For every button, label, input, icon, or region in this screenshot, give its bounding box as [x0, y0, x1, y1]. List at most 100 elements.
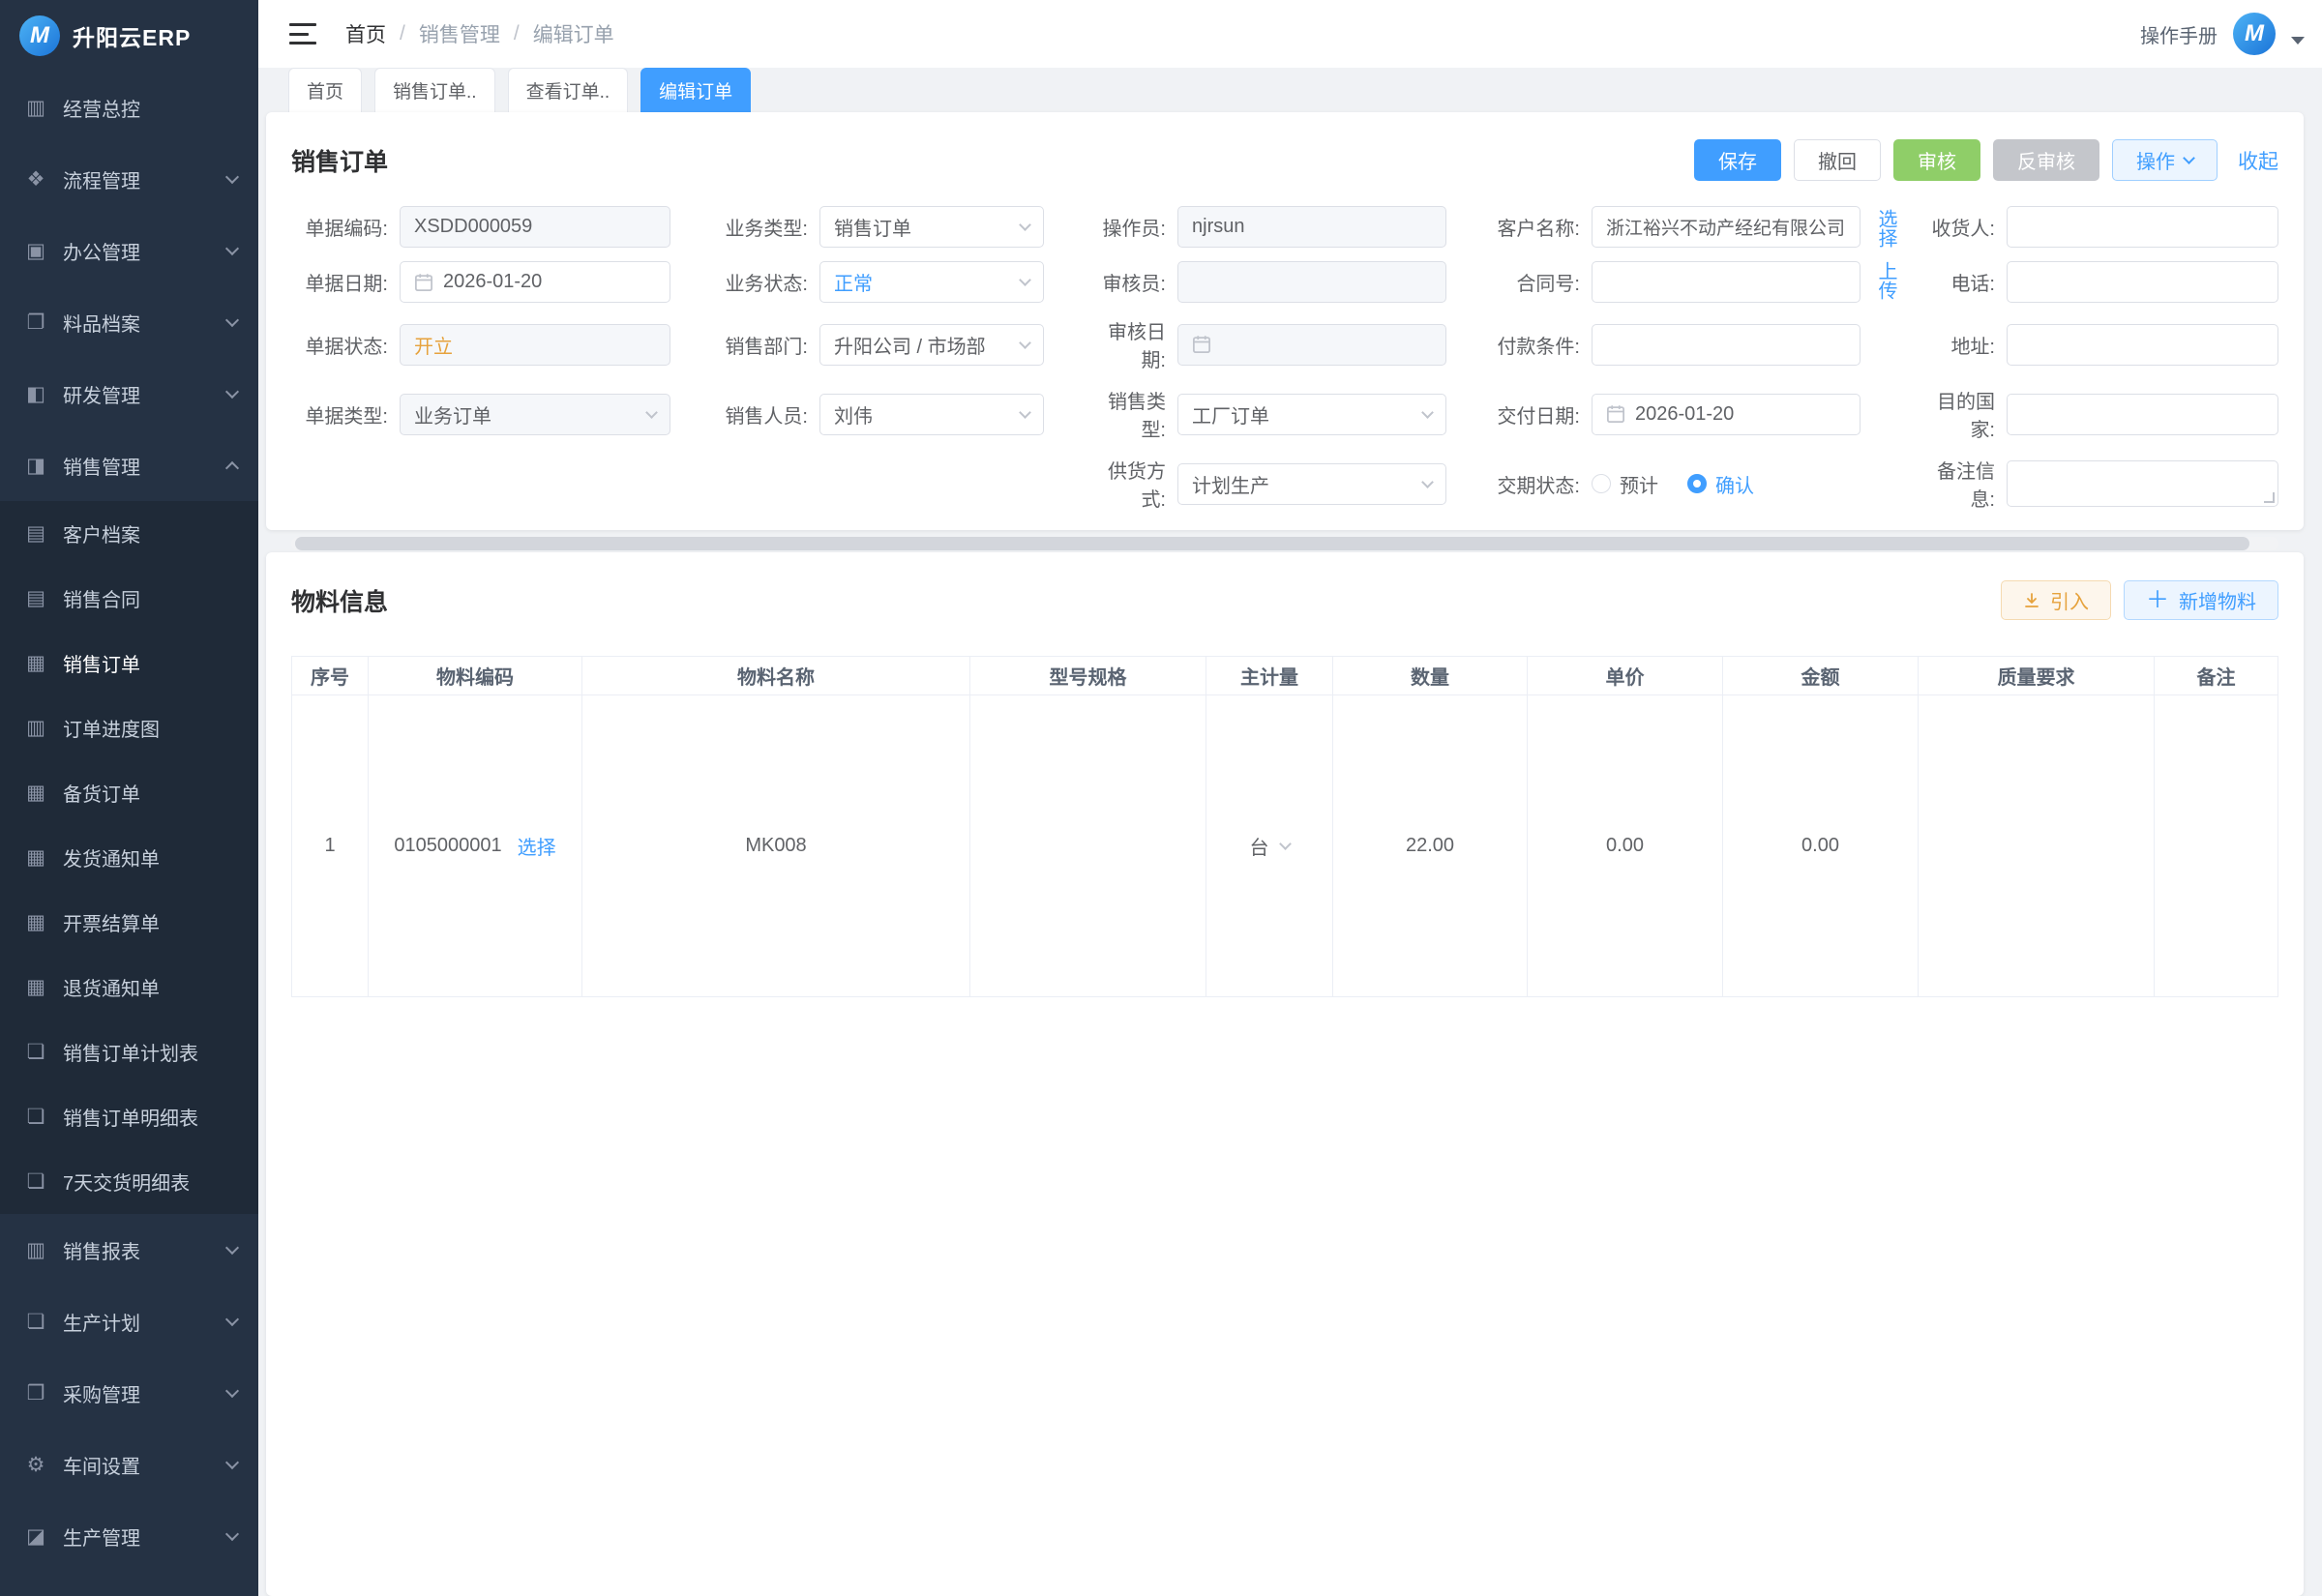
- address-input[interactable]: [2007, 324, 2278, 366]
- actions-dropdown-button[interactable]: 操作: [2112, 139, 2218, 181]
- consignee-input[interactable]: [2007, 206, 2278, 248]
- cell-quality[interactable]: [1919, 695, 2155, 997]
- sidebar-item-sales-report[interactable]: ▥ 销售报表: [0, 1214, 258, 1286]
- collapse-menu-icon[interactable]: [289, 23, 316, 44]
- chevron-down-icon: [225, 384, 239, 398]
- sidebar-item-office-mgmt[interactable]: ▣ 办公管理: [0, 215, 258, 286]
- sidebar-item-label: 销售管理: [63, 452, 227, 480]
- table-icon: ▦: [21, 845, 50, 870]
- customer-select-link[interactable]: 选择: [1875, 209, 1895, 248]
- customer-name-input[interactable]: 浙江裕兴不动产经纪有限公司: [1592, 206, 1861, 248]
- biz-status-select[interactable]: 正常: [819, 261, 1044, 303]
- doc-status-input: 开立: [400, 324, 670, 366]
- sidebar-item-order-progress[interactable]: ▥ 订单进度图: [0, 695, 258, 760]
- tab-home[interactable]: 首页: [288, 68, 362, 112]
- doc-type-select[interactable]: 业务订单: [400, 394, 670, 435]
- cell-remark[interactable]: [2155, 695, 2278, 997]
- sidebar-item-delivery-notice[interactable]: ▦ 发货通知单: [0, 825, 258, 890]
- dest-country-input[interactable]: [2007, 394, 2278, 435]
- document-icon: ▤: [21, 586, 50, 610]
- sidebar-item-production-plan[interactable]: ❏ 生产计划: [0, 1286, 258, 1357]
- tab-edit-order[interactable]: 编辑订单: [640, 68, 751, 112]
- withdraw-button[interactable]: 撤回: [1794, 139, 1881, 181]
- biz-status-value: 正常: [834, 268, 873, 296]
- upload-link[interactable]: 上传: [1875, 261, 1895, 300]
- sales-type-select[interactable]: 工厂订单: [1177, 394, 1446, 435]
- sidebar-item-outsourcing-mgmt[interactable]: ◫ 委外管理: [0, 1572, 258, 1596]
- sidebar-item-stock-order[interactable]: ▦ 备货订单: [0, 760, 258, 825]
- sidebar-item-order-plan-sheet[interactable]: ❏ 销售订单计划表: [0, 1020, 258, 1084]
- app-logo-icon: M: [19, 15, 60, 56]
- cell-code: 0105000001 选择: [369, 695, 582, 997]
- contract-no-input[interactable]: [1592, 261, 1861, 303]
- sidebar-item-purchase-mgmt[interactable]: ❒ 采购管理: [0, 1357, 258, 1429]
- sidebar-item-production-mgmt[interactable]: ◪ 生产管理: [0, 1500, 258, 1572]
- remark-textarea[interactable]: [2007, 460, 2278, 507]
- cell-spec[interactable]: [970, 695, 1206, 997]
- radio-label: 确认: [1715, 470, 1754, 498]
- cell-name[interactable]: MK008: [582, 695, 970, 997]
- sidebar-item-workshop-settings[interactable]: ⚙ 车间设置: [0, 1429, 258, 1500]
- sidebar-item-material-archive[interactable]: ❐ 料品档案: [0, 286, 258, 358]
- salesperson-select[interactable]: 刘伟: [819, 394, 1044, 435]
- sidebar-item-process-mgmt[interactable]: ❖ 流程管理: [0, 143, 258, 215]
- import-button[interactable]: 引入: [2001, 580, 2111, 620]
- payment-terms-input[interactable]: [1592, 324, 1861, 366]
- doc-date-input[interactable]: 2026-01-20: [400, 261, 670, 303]
- table-row: 1 0105000001 选择 MK008 台 22.00 0.00: [292, 695, 2278, 997]
- sales-dept-select[interactable]: 升阳公司 / 市场部: [819, 324, 1044, 366]
- sidebar-item-return-notice[interactable]: ▦ 退货通知单: [0, 955, 258, 1020]
- chevron-down-icon: [1421, 406, 1434, 419]
- avatar[interactable]: M: [2233, 13, 2276, 55]
- supply-mode-select[interactable]: 计划生产: [1177, 463, 1446, 505]
- chevron-up-icon: [225, 461, 239, 475]
- sidebar-item-label: 退货通知单: [63, 973, 237, 1001]
- audit-button[interactable]: 审核: [1893, 139, 1980, 181]
- material-select-link[interactable]: 选择: [518, 832, 556, 860]
- sidebar-item-rnd-mgmt[interactable]: ◧ 研发管理: [0, 358, 258, 429]
- tab-view-order[interactable]: 查看订单..: [508, 68, 629, 112]
- save-button[interactable]: 保存: [1694, 139, 1781, 181]
- sidebar-item-business-control[interactable]: ▥ 经营总控: [0, 72, 258, 143]
- radio-estimate[interactable]: 预计: [1592, 470, 1658, 498]
- sidebar-item-label: 采购管理: [63, 1379, 227, 1407]
- phone-input[interactable]: [2007, 261, 2278, 303]
- sidebar-item-order-detail-sheet[interactable]: ❏ 销售订单明细表: [0, 1084, 258, 1149]
- cell-price[interactable]: 0.00: [1528, 695, 1723, 997]
- sidebar-item-sales-contract[interactable]: ▤ 销售合同: [0, 566, 258, 631]
- field-label: 审核日期:: [1085, 316, 1177, 372]
- sidebar-item-sales-order[interactable]: ▦ 销售订单: [0, 631, 258, 695]
- sidebar-item-sales-mgmt[interactable]: ◨ 销售管理: [0, 429, 258, 501]
- table-icon: ▦: [21, 651, 50, 675]
- material-code-value[interactable]: 0105000001: [394, 835, 501, 857]
- sidebar-item-label: 备货订单: [63, 779, 237, 807]
- delivery-date-input[interactable]: 2026-01-20: [1592, 394, 1861, 435]
- breadcrumb-section[interactable]: 销售管理: [419, 19, 500, 48]
- sidebar-item-label: 客户档案: [63, 519, 237, 547]
- tab-sales-order[interactable]: 销售订单..: [374, 68, 495, 112]
- sales-type-value: 工厂订单: [1192, 400, 1269, 429]
- sidebar-item-7day-delivery-sheet[interactable]: ❏ 7天交货明细表: [0, 1149, 258, 1214]
- chart-bar-icon: ▥: [21, 96, 50, 120]
- add-material-button[interactable]: ＋ 新增物料: [2124, 580, 2278, 620]
- doc-code-input[interactable]: XSDD000059: [400, 206, 670, 248]
- unit-select[interactable]: 台: [1250, 832, 1290, 860]
- calendar-icon: [414, 273, 433, 292]
- sidebar-item-customer-archive[interactable]: ▤ 客户档案: [0, 501, 258, 566]
- breadcrumb-home[interactable]: 首页: [345, 19, 386, 48]
- sidebar-item-label: 发货通知单: [63, 843, 237, 872]
- collapse-link[interactable]: 收起: [2238, 146, 2278, 175]
- cell-qty[interactable]: 22.00: [1333, 695, 1528, 997]
- field-label: 操作员:: [1085, 213, 1177, 241]
- col-header-remark: 备注: [2155, 657, 2278, 695]
- biz-type-select[interactable]: 销售订单: [819, 206, 1044, 248]
- radio-confirm[interactable]: 确认: [1687, 470, 1754, 498]
- breadcrumb-current: 编辑订单: [533, 19, 614, 48]
- chevron-down-icon[interactable]: [2291, 37, 2305, 44]
- chevron-down-icon: [1019, 337, 1031, 349]
- manual-link[interactable]: 操作手册: [2140, 20, 2218, 48]
- operator-input[interactable]: njrsun: [1177, 206, 1446, 248]
- sidebar-item-invoice-settlement[interactable]: ▦ 开票结算单: [0, 890, 258, 955]
- scrollbar-thumb[interactable]: [295, 537, 2249, 550]
- field-label: 销售部门:: [713, 331, 819, 359]
